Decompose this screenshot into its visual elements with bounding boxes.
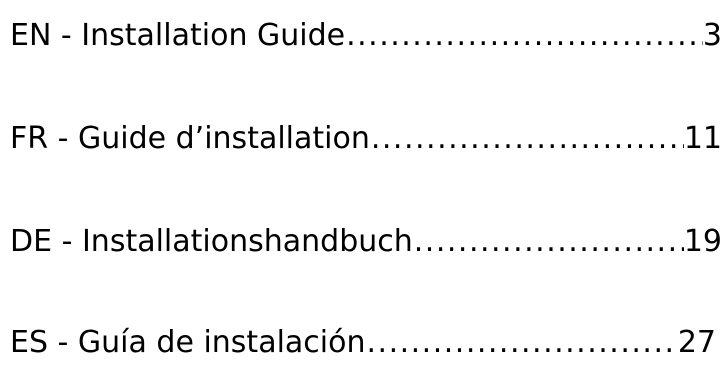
dot-leader: ........................................…	[366, 325, 678, 360]
toc-entry-page-number: 19	[683, 224, 722, 259]
toc-entry-fr[interactable]: FR - Guide d’installation ..............…	[10, 119, 722, 159]
toc-entry-title: EN - Installation Guide	[10, 18, 346, 53]
toc-entry-title: ES - Guía de instalación	[10, 325, 366, 360]
toc-entry-page-number: 3	[702, 18, 722, 53]
toc-entry-de[interactable]: DE - Installationshandbuch .............…	[10, 222, 722, 262]
toc-entry-page-number: 11	[683, 121, 722, 156]
dot-leader: ........................................…	[346, 18, 703, 53]
toc-entry-title: DE - Installationshandbuch	[10, 224, 413, 259]
toc-entry-page-number: 27	[677, 325, 716, 360]
toc-entry-title: FR - Guide d’installation	[10, 121, 370, 156]
table-of-contents: EN - Installation Guide ................…	[10, 0, 722, 383]
toc-entry-en[interactable]: EN - Installation Guide ................…	[10, 16, 722, 56]
dot-leader: ........................................…	[413, 224, 684, 259]
dot-leader: ........................................…	[370, 121, 684, 156]
toc-entry-es[interactable]: ES - Guía de instalación ...............…	[10, 323, 716, 363]
